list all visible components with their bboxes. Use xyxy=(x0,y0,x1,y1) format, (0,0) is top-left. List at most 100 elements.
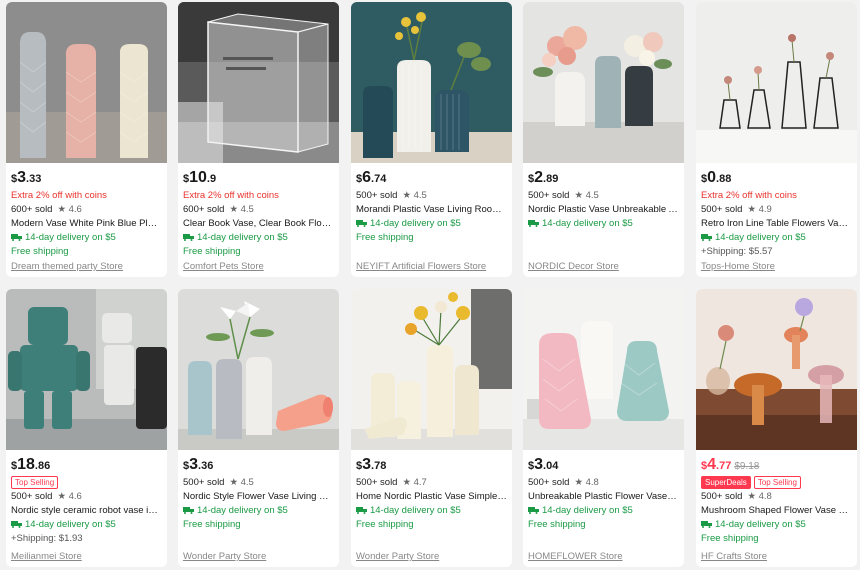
rating: ★ 4.8 xyxy=(747,491,772,502)
product-grid: $3.33 Extra 2% off with coins 600+ sold ★… xyxy=(0,0,860,570)
truck-icon xyxy=(11,232,22,241)
delivery-info: 14-day delivery on $5 xyxy=(542,218,633,229)
product-image[interactable] xyxy=(696,289,857,450)
product-title[interactable]: Home Nordic Plastic Vase Simple S... xyxy=(356,490,507,503)
sold-count: 500+ sold xyxy=(356,190,398,201)
product-title[interactable]: Unbreakable Plastic Flower Vase D... xyxy=(528,490,679,503)
truck-icon xyxy=(183,505,194,514)
truck-icon xyxy=(183,232,194,241)
price: $10.9 xyxy=(183,169,217,186)
original-price: $9.18 xyxy=(734,461,760,472)
product-image[interactable] xyxy=(6,2,167,163)
product-image[interactable] xyxy=(696,2,857,163)
product-image[interactable] xyxy=(523,289,684,450)
delivery-info: 14-day delivery on $5 xyxy=(197,232,288,243)
product-card[interactable]: $4.77 $9.18 SuperDeals Top Selling 500+ so… xyxy=(696,289,857,567)
product-card[interactable]: $6.74 500+ sold ★ 4.5 Morandi Plastic Vas… xyxy=(351,2,512,277)
sold-count: 500+ sold xyxy=(528,477,570,488)
product-card[interactable]: $2.89 500+ sold ★ 4.5 Nordic Plastic Vase… xyxy=(523,2,684,277)
store-link[interactable]: Wonder Party Store xyxy=(183,550,334,563)
shipping-info: Free shipping xyxy=(701,533,759,544)
store-link[interactable]: Comfort Pets Store xyxy=(183,260,334,273)
shipping-info: Free shipping xyxy=(183,246,241,257)
sold-count: 500+ sold xyxy=(701,491,743,502)
product-title[interactable]: Mushroom Shaped Flower Vase Tr... xyxy=(701,504,852,517)
truck-icon xyxy=(528,218,539,227)
product-title[interactable]: Retro Iron Line Table Flowers Vases-... xyxy=(701,217,852,230)
rating: ★ 4.8 xyxy=(574,477,599,488)
shipping-cost: +Shipping: $1.93 xyxy=(11,533,83,544)
store-link[interactable]: Wonder Party Store xyxy=(356,550,507,563)
product-card[interactable]: $10.9 Extra 2% off with coins 600+ sold ★… xyxy=(178,2,339,277)
product-title[interactable]: Nordic Style Flower Vase Living Roo... xyxy=(183,490,334,503)
product-card[interactable]: $3.33 Extra 2% off with coins 600+ sold ★… xyxy=(6,2,167,277)
truck-icon xyxy=(701,519,712,528)
delivery-info: 14-day delivery on $5 xyxy=(715,519,806,530)
top-selling-badge: Top Selling xyxy=(753,476,801,489)
truck-icon xyxy=(356,218,367,227)
product-title[interactable]: Nordic Plastic Vase Unbreakable A-... xyxy=(528,203,679,216)
product-image[interactable] xyxy=(6,289,167,450)
delivery-info: 14-day delivery on $5 xyxy=(197,505,288,516)
rating: ★ 4.9 xyxy=(747,204,772,215)
price: $6.74 xyxy=(356,169,387,186)
product-title[interactable]: Nordic style ceramic robot vase ind... xyxy=(11,504,162,517)
rating: ★ 4.6 xyxy=(57,491,82,502)
price: $0.88 xyxy=(701,169,732,186)
store-link[interactable]: Tops-Home Store xyxy=(701,260,852,273)
store-link[interactable]: NEYIFT Artificial Flowers Store xyxy=(356,260,507,273)
store-link[interactable]: HF Crafts Store xyxy=(701,550,852,563)
sold-count: 500+ sold xyxy=(528,190,570,201)
sold-count: 500+ sold xyxy=(183,477,225,488)
price: $2.89 xyxy=(528,169,559,186)
sold-count: 600+ sold xyxy=(183,204,225,215)
delivery-info: 14-day delivery on $5 xyxy=(370,505,461,516)
truck-icon xyxy=(11,519,22,528)
product-card[interactable]: $3.36 500+ sold ★ 4.5 Nordic Style Flower… xyxy=(178,289,339,567)
product-image[interactable] xyxy=(351,289,512,450)
price: $4.77 $9.18 xyxy=(701,456,760,473)
rating: ★ 4.6 xyxy=(57,204,82,215)
product-image[interactable] xyxy=(351,2,512,163)
shipping-info: Free shipping xyxy=(356,519,414,530)
product-card[interactable]: $3.78 500+ sold ★ 4.7 Home Nordic Plastic… xyxy=(351,289,512,567)
sold-count: 500+ sold xyxy=(701,204,743,215)
product-card[interactable]: $3.04 500+ sold ★ 4.8 Unbreakable Plastic… xyxy=(523,289,684,567)
product-title[interactable]: Modern Vase White Pink Blue Plasti... xyxy=(11,217,162,230)
price: $3.04 xyxy=(528,456,559,473)
store-link[interactable]: Meilianmei Store xyxy=(11,550,162,563)
delivery-info: 14-day delivery on $5 xyxy=(25,519,116,530)
price: $3.36 xyxy=(183,456,214,473)
rating: ★ 4.5 xyxy=(229,204,254,215)
product-image[interactable] xyxy=(178,289,339,450)
shipping-info: Free shipping xyxy=(11,246,69,257)
delivery-info: 14-day delivery on $5 xyxy=(25,232,116,243)
rating: ★ 4.5 xyxy=(402,190,427,201)
truck-icon xyxy=(528,505,539,514)
shipping-info: Free shipping xyxy=(356,232,414,243)
product-card[interactable]: $18.86 Top Selling 500+ sold ★ 4.6 Nordic… xyxy=(6,289,167,567)
coins-discount: Extra 2% off with coins xyxy=(183,190,279,201)
sold-count: 600+ sold xyxy=(11,204,53,215)
product-image[interactable] xyxy=(178,2,339,163)
store-link[interactable]: HOMEFLOWER Store xyxy=(528,550,679,563)
price: $18.86 xyxy=(11,456,51,473)
truck-icon xyxy=(701,232,712,241)
price: $3.78 xyxy=(356,456,387,473)
rating: ★ 4.5 xyxy=(574,190,599,201)
delivery-info: 14-day delivery on $5 xyxy=(542,505,633,516)
coins-discount: Extra 2% off with coins xyxy=(701,190,797,201)
top-selling-badge: Top Selling xyxy=(11,476,59,489)
product-image[interactable] xyxy=(523,2,684,163)
product-card[interactable]: $0.88 Extra 2% off with coins 500+ sold ★… xyxy=(696,2,857,277)
store-link[interactable]: NORDIC Decor Store xyxy=(528,260,679,273)
superdeals-badge: SuperDeals xyxy=(701,476,751,489)
product-title[interactable]: Clear Book Vase, Clear Book Flower... xyxy=(183,217,334,230)
shipping-info: Free shipping xyxy=(183,519,241,530)
sold-count: 500+ sold xyxy=(356,477,398,488)
store-link[interactable]: Dream themed party Store xyxy=(11,260,162,273)
price: $3.33 xyxy=(11,169,42,186)
shipping-info: Free shipping xyxy=(528,519,586,530)
product-title[interactable]: Morandi Plastic Vase Living Room ... xyxy=(356,203,507,216)
delivery-info: 14-day delivery on $5 xyxy=(370,218,461,229)
